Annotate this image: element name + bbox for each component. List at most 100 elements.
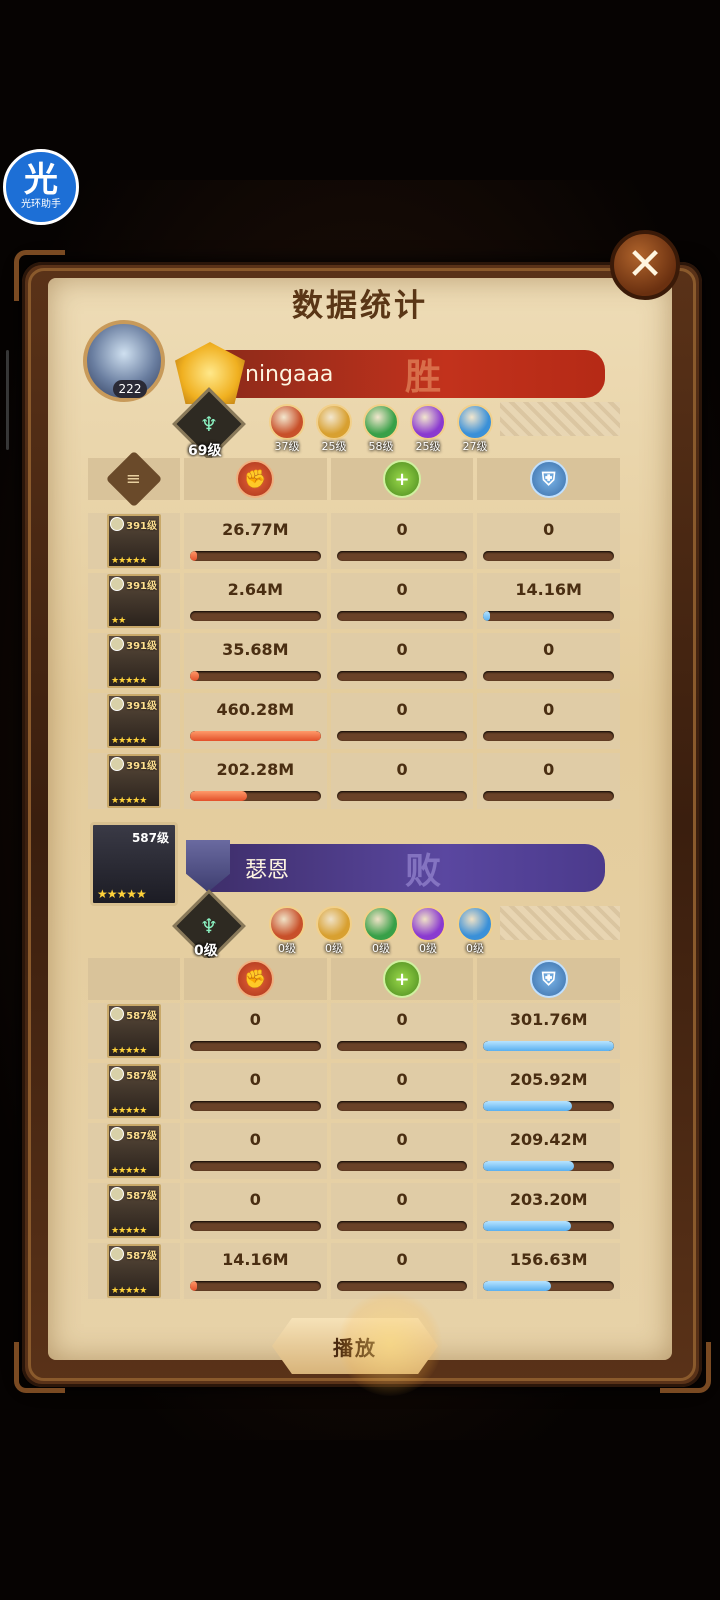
faction-badge: 0级 — [266, 906, 308, 956]
hero-stars: ★★★★★ — [111, 1286, 147, 1296]
assistant-glyph: 光 — [24, 160, 58, 200]
heal-bar — [336, 611, 468, 621]
heal-stat-cell: 0 — [330, 513, 474, 569]
faction-icon — [363, 906, 399, 942]
hero-portrait[interactable]: 391级 ★★★★★ — [107, 694, 161, 748]
shield-bar-fill — [483, 1281, 552, 1291]
heal-bar — [336, 791, 468, 801]
hero-portrait[interactable]: 587级 ★★★★★ — [107, 1064, 161, 1118]
close-icon: ✕ — [626, 239, 664, 290]
heal-bar — [336, 1281, 468, 1291]
shield-bar — [483, 551, 615, 561]
hero-cell: 587级 ★★★★★ — [88, 1063, 180, 1119]
team1-tree-level: 69级 — [188, 443, 222, 459]
heal-bar — [336, 1041, 468, 1051]
shield-stat-cell: 203.20M — [477, 1183, 621, 1239]
hero-portrait[interactable]: 391级 ★★★★★ — [107, 634, 161, 688]
hero-stat-row: 391级 ★★★★★ 35.68M 0 0 — [88, 633, 621, 689]
damage-stat-cell: 460.28M — [184, 693, 327, 749]
faction-badge: 25级 — [407, 404, 449, 454]
team2-tree-level: 0级 — [194, 943, 218, 959]
header-shield-cell: ⛨ — [477, 958, 621, 1000]
heal-value: 0 — [396, 1070, 408, 1089]
heal-bar — [336, 1221, 468, 1231]
faction-icon — [316, 906, 352, 942]
hero-level: 587级 — [126, 1191, 157, 1202]
heal-stat-cell: 0 — [330, 753, 474, 809]
heal-value: 0 — [396, 700, 408, 719]
assistant-float-button[interactable]: 光 光环助手 — [3, 149, 79, 225]
damage-value: 0 — [249, 1070, 261, 1089]
damage-stat-cell: 26.77M — [184, 513, 327, 569]
close-button[interactable]: ✕ — [610, 230, 680, 300]
frame-corner-ornament — [14, 1342, 65, 1393]
heal-bar — [336, 1161, 468, 1171]
hero-faction-icon — [110, 1127, 124, 1141]
faction-icon — [316, 404, 352, 440]
hero-faction-icon — [110, 1067, 124, 1081]
faction-badge: 0级 — [407, 906, 449, 956]
heal-value: 0 — [396, 760, 408, 779]
hero-stars: ★★★★★ — [111, 556, 147, 566]
damage-stat-cell: 0 — [184, 1183, 327, 1239]
faction-badge: 0级 — [454, 906, 496, 956]
hero-portrait[interactable]: 391级 ★★★★★ — [107, 514, 161, 568]
hero-stars: ★★★★★ — [111, 1106, 147, 1116]
shield-stat-cell: 156.63M — [477, 1243, 621, 1299]
hero-stat-row: 587级 ★★★★★ 14.16M 0 156.63M — [88, 1243, 621, 1299]
heal-icon: + — [383, 460, 421, 498]
hero-faction-icon — [110, 637, 124, 651]
damage-value: 460.28M — [216, 700, 295, 719]
hero-portrait[interactable]: 391级 ★★ — [107, 574, 161, 628]
damage-bar-fill — [190, 731, 321, 741]
faction-level: 27级 — [462, 440, 488, 453]
shield-value: 156.63M — [509, 1250, 588, 1269]
team2-result: 败 — [405, 851, 442, 892]
damage-value: 0 — [249, 1010, 261, 1029]
hero-faction-icon — [110, 1187, 124, 1201]
shield-value: 0 — [543, 640, 555, 659]
hero-stat-row: 587级 ★★★★★ 0 0 203.20M — [88, 1183, 621, 1239]
damage-bar-fill — [190, 671, 200, 681]
hero-stat-row: 587级 ★★★★★ 0 0 301.76M — [88, 1003, 621, 1059]
damage-bar — [190, 1101, 321, 1111]
hero-portrait[interactable]: 391级 ★★★★★ — [107, 754, 161, 808]
faction-icon — [269, 404, 305, 440]
damage-bar — [190, 671, 321, 681]
hero-portrait[interactable]: 587级 ★★★★★ — [107, 1244, 161, 1298]
heal-stat-cell: 0 — [330, 1123, 474, 1179]
faction-level: 58级 — [368, 440, 394, 453]
shield-stat-cell: 0 — [477, 513, 621, 569]
hero-portrait[interactable]: 587级 ★★★★★ — [107, 1004, 161, 1058]
shield-bar — [483, 791, 615, 801]
hero-stat-row: 391级 ★★★★★ 26.77M 0 0 — [88, 513, 621, 569]
faction-icon — [457, 404, 493, 440]
damage-stat-cell: 0 — [184, 1063, 327, 1119]
boss-portrait[interactable]: 587级 ★★★★★ — [90, 822, 178, 906]
shield-icon: ⛨ — [529, 460, 568, 498]
faction-badge: 27级 — [454, 404, 496, 454]
shield-bar — [483, 1101, 615, 1111]
header-damage-cell: ✊ — [184, 958, 327, 1000]
faction-icon — [269, 906, 305, 942]
team1-name: ningaaa — [245, 361, 334, 387]
faction-badge: 37级 — [266, 404, 308, 454]
hero-cell: 587级 ★★★★★ — [88, 1183, 180, 1239]
divider-ornament — [500, 906, 620, 940]
heal-stat-cell: 0 — [330, 1003, 474, 1059]
shield-bar — [483, 1041, 615, 1051]
team2-banner: 瑟恩 败 — [205, 844, 605, 892]
hero-portrait[interactable]: 587级 ★★★★★ — [107, 1124, 161, 1178]
hero-cell: 391级 ★★★★★ — [88, 753, 180, 809]
damage-fist-icon: ✊ — [236, 460, 275, 498]
shield-stat-cell: 209.42M — [477, 1123, 621, 1179]
shield-icon: ⛨ — [529, 960, 568, 998]
shield-value: 14.16M — [515, 580, 582, 599]
heal-bar — [336, 731, 468, 741]
hero-level: 587级 — [126, 1071, 157, 1082]
hero-stars: ★★★★★ — [111, 1046, 147, 1056]
hero-stat-row: 587级 ★★★★★ 0 0 209.42M — [88, 1123, 621, 1179]
hero-portrait[interactable]: 587级 ★★★★★ — [107, 1184, 161, 1238]
edge-handle[interactable] — [6, 350, 9, 450]
shield-bar — [483, 1161, 615, 1171]
